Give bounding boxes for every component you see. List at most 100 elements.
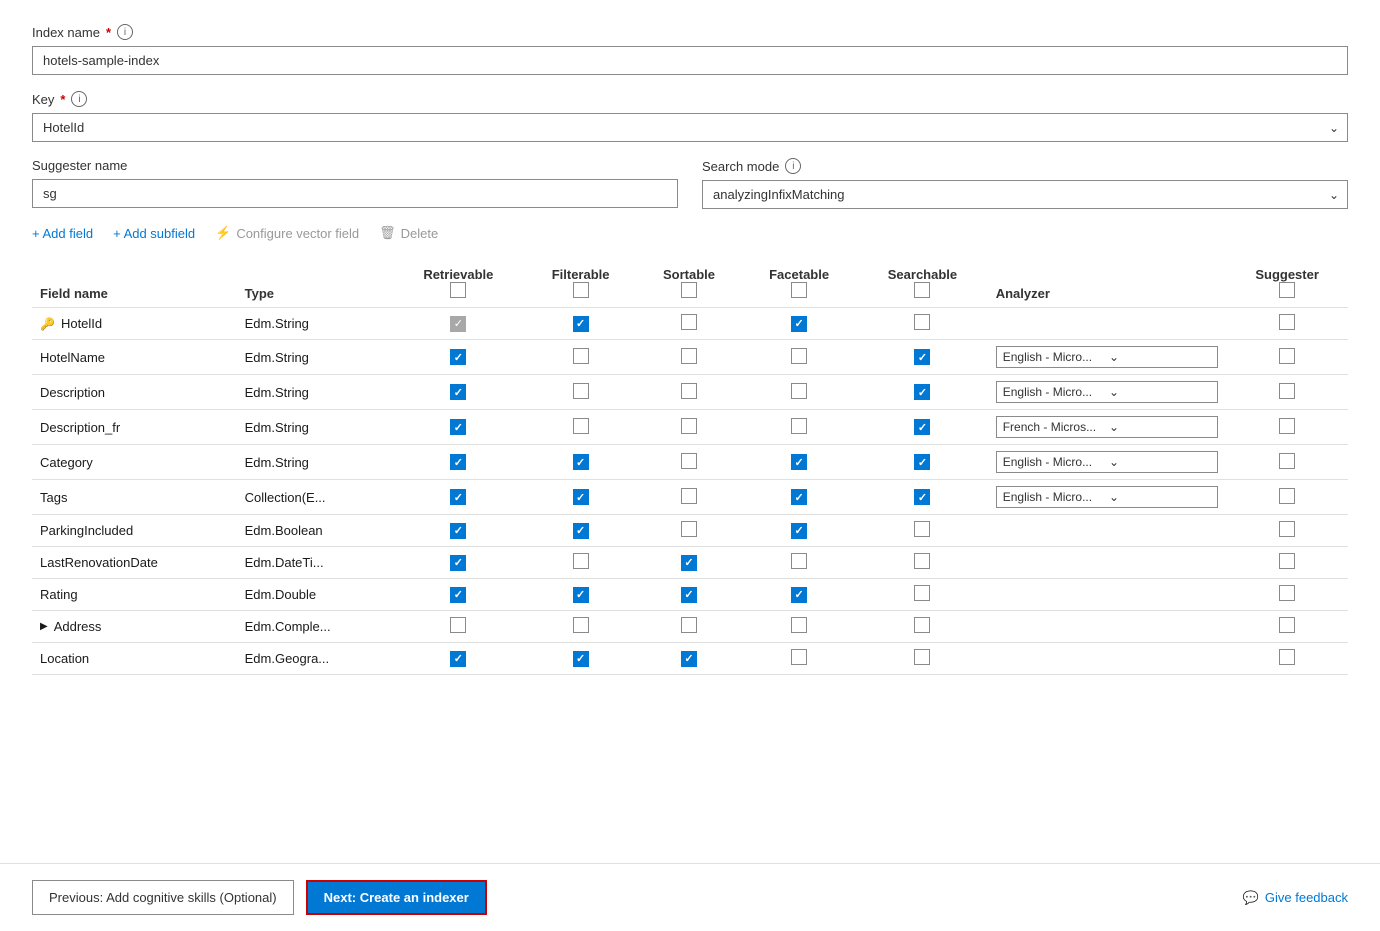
retrievable-checkbox[interactable] [450,419,466,435]
sortable-checkbox[interactable] [681,587,697,603]
facetable-checkbox[interactable] [791,649,807,665]
searchable-checkbox[interactable] [914,384,930,400]
retrievable-checkbox[interactable] [450,489,466,505]
retrievable-checkbox[interactable] [450,384,466,400]
analyzer-select[interactable]: English - Micro...⌄ [996,346,1219,368]
facetable-checkbox[interactable] [791,316,807,332]
sortable-checkbox[interactable] [681,453,697,469]
filterable-checkbox[interactable] [573,553,589,569]
searchable-cell [857,515,988,547]
searchable-checkbox[interactable] [914,489,930,505]
facetable-checkbox[interactable] [791,348,807,364]
suggester-all-checkbox[interactable] [1279,282,1295,298]
analyzer-select[interactable]: English - Micro...⌄ [996,381,1219,403]
sortable-checkbox[interactable] [681,348,697,364]
searchable-checkbox[interactable] [914,617,930,633]
sortable-checkbox[interactable] [681,521,697,537]
filterable-checkbox[interactable] [573,587,589,603]
index-name-input[interactable] [32,46,1348,75]
suggester-checkbox[interactable] [1279,649,1295,665]
filterable-cell [524,375,637,410]
retrievable-checkbox[interactable] [450,454,466,470]
retrievable-checkbox[interactable] [450,617,466,633]
retrievable-checkbox[interactable] [450,555,466,571]
searchable-checkbox[interactable] [914,349,930,365]
searchable-checkbox[interactable] [914,454,930,470]
searchable-checkbox[interactable] [914,649,930,665]
retrievable-checkbox[interactable] [450,651,466,667]
sortable-checkbox[interactable] [681,383,697,399]
facetable-all-checkbox[interactable] [791,282,807,298]
configure-vector-button[interactable]: ⚡ Configure vector field [215,225,359,241]
searchable-all-checkbox[interactable] [914,282,930,298]
key-info-icon[interactable]: i [71,91,87,107]
key-select[interactable]: HotelId [33,114,1347,141]
suggester-checkbox[interactable] [1279,617,1295,633]
searchable-checkbox[interactable] [914,419,930,435]
analyzer-select[interactable]: French - Micros...⌄ [996,416,1219,438]
index-name-info-icon[interactable]: i [117,24,133,40]
sortable-checkbox[interactable] [681,314,697,330]
facetable-checkbox[interactable] [791,383,807,399]
filterable-checkbox[interactable] [573,651,589,667]
sortable-checkbox[interactable] [681,617,697,633]
add-subfield-button[interactable]: + Add subfield [113,226,195,241]
sortable-all-checkbox[interactable] [681,282,697,298]
filterable-all-checkbox[interactable] [573,282,589,298]
search-mode-select[interactable]: analyzingInfixMatching [703,181,1347,208]
suggester-checkbox[interactable] [1279,314,1295,330]
type-cell: Edm.String [237,308,393,340]
retrievable-checkbox[interactable] [450,587,466,603]
sortable-checkbox[interactable] [681,555,697,571]
facetable-checkbox[interactable] [791,617,807,633]
suggester-checkbox[interactable] [1279,488,1295,504]
filterable-checkbox[interactable] [573,418,589,434]
next-button[interactable]: Next: Create an indexer [306,880,487,915]
key-select-wrapper[interactable]: HotelId ⌄ [32,113,1348,142]
filterable-checkbox[interactable] [573,523,589,539]
filterable-checkbox[interactable] [573,489,589,505]
suggester-checkbox[interactable] [1279,585,1295,601]
type-cell: Collection(E... [237,480,393,515]
searchable-checkbox[interactable] [914,521,930,537]
searchable-checkbox[interactable] [914,314,930,330]
searchable-checkbox[interactable] [914,553,930,569]
filterable-checkbox[interactable] [573,383,589,399]
sortable-checkbox[interactable] [681,651,697,667]
filterable-checkbox[interactable] [573,454,589,470]
filterable-checkbox[interactable] [573,316,589,332]
facetable-checkbox[interactable] [791,418,807,434]
facetable-checkbox[interactable] [791,523,807,539]
facetable-checkbox[interactable] [791,553,807,569]
search-mode-select-wrapper[interactable]: analyzingInfixMatching ⌄ [702,180,1348,209]
retrievable-checkbox[interactable] [450,349,466,365]
th-sortable: Sortable [637,261,741,308]
suggester-checkbox[interactable] [1279,383,1295,399]
suggester-checkbox[interactable] [1279,521,1295,537]
prev-button[interactable]: Previous: Add cognitive skills (Optional… [32,880,294,915]
retrievable-checkbox[interactable] [450,523,466,539]
suggester-checkbox[interactable] [1279,418,1295,434]
search-mode-info-icon[interactable]: i [785,158,801,174]
searchable-checkbox[interactable] [914,585,930,601]
expand-icon[interactable]: ▶ [40,621,48,632]
analyzer-select[interactable]: English - Micro...⌄ [996,486,1219,508]
facetable-checkbox[interactable] [791,489,807,505]
filterable-checkbox[interactable] [573,348,589,364]
suggester-checkbox[interactable] [1279,453,1295,469]
type-cell: Edm.DateTi... [237,547,393,579]
suggester-checkbox[interactable] [1279,553,1295,569]
suggester-name-input[interactable] [32,179,678,208]
analyzer-select[interactable]: English - Micro...⌄ [996,451,1219,473]
facetable-checkbox[interactable] [791,454,807,470]
retrievable-checkbox[interactable] [450,316,466,332]
sortable-checkbox[interactable] [681,418,697,434]
delete-button[interactable]: 🗑 Delete [379,225,438,241]
suggester-checkbox[interactable] [1279,348,1295,364]
sortable-checkbox[interactable] [681,488,697,504]
add-field-button[interactable]: + Add field [32,226,93,241]
feedback-button[interactable]: 💬 Give feedback [1243,890,1348,906]
retrievable-all-checkbox[interactable] [450,282,466,298]
facetable-checkbox[interactable] [791,587,807,603]
filterable-checkbox[interactable] [573,617,589,633]
